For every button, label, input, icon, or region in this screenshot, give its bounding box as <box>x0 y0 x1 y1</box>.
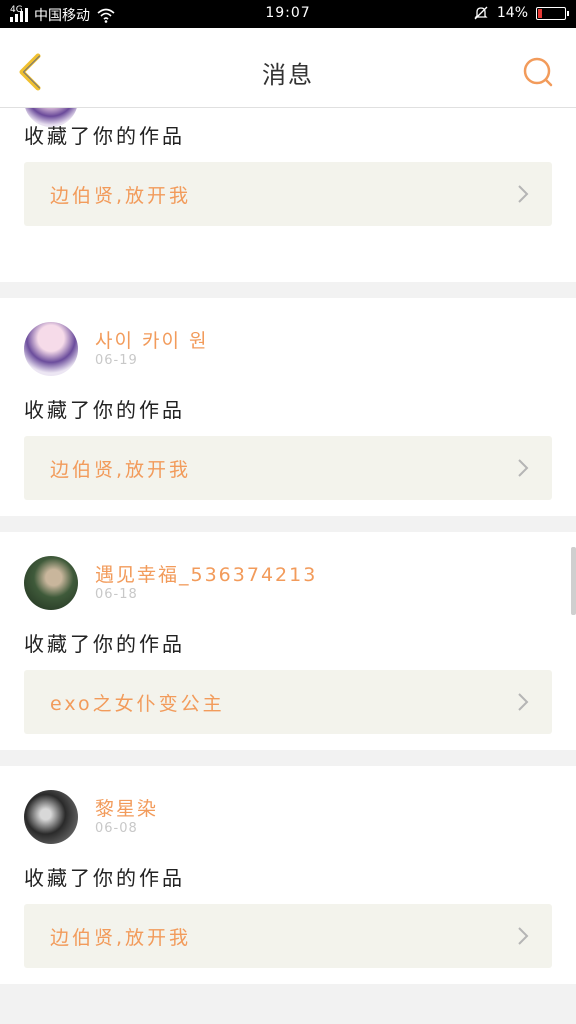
work-title: 边伯贤,放开我 <box>50 185 192 207</box>
message-card: 黎星染 06-08 收藏了你的作品 边伯贤,放开我 <box>0 766 576 984</box>
mute-bell-icon <box>474 6 488 20</box>
action-text: 收藏了你的作品 <box>24 124 185 148</box>
navigation-bar: 消息 <box>0 28 576 108</box>
message-card: 遇见幸福_536374213 06-18 收藏了你的作品 exo之女仆变公主 <box>0 532 576 750</box>
battery-percent: 14% <box>496 5 528 21</box>
avatar[interactable] <box>24 322 78 376</box>
work-link[interactable]: exo之女仆变公主 <box>24 670 552 734</box>
chevron-right-icon <box>518 927 529 945</box>
message-date: 06-18 <box>95 587 138 602</box>
work-link[interactable]: 边伯贤,放开我 <box>24 162 552 226</box>
scrollbar[interactable] <box>571 547 576 615</box>
battery-icon <box>536 6 569 20</box>
status-right: 14% <box>473 5 569 21</box>
action-text: 收藏了你的作品 <box>24 632 185 656</box>
user-name[interactable]: 遇见幸福_536374213 <box>95 560 317 587</box>
work-link[interactable]: 边伯贤,放开我 <box>24 436 552 500</box>
user-name[interactable]: 사이 카이 원 <box>95 326 208 353</box>
work-title: 边伯贤,放开我 <box>50 459 192 481</box>
chevron-right-icon <box>518 459 529 477</box>
work-link[interactable]: 边伯贤,放开我 <box>24 904 552 968</box>
chevron-right-icon <box>518 693 529 711</box>
avatar[interactable] <box>24 790 78 844</box>
work-title: exo之女仆变公主 <box>50 693 225 715</box>
page-title: 消息 <box>262 61 314 89</box>
action-text: 收藏了你的作品 <box>24 398 185 422</box>
search-icon[interactable] <box>522 56 554 88</box>
chevron-right-icon <box>518 185 529 203</box>
battery-level <box>538 8 542 18</box>
user-name[interactable]: 黎星染 <box>95 794 158 821</box>
work-title: 边伯贤,放开我 <box>50 927 192 949</box>
message-date: 06-08 <box>95 821 138 836</box>
message-date: 06-19 <box>95 353 138 368</box>
status-bar: 4G 中国移动 19:07 14% <box>0 0 576 28</box>
message-card: 사이 카이 원 06-19 收藏了你的作品 边伯贤,放开我 <box>0 298 576 516</box>
avatar[interactable] <box>24 556 78 610</box>
action-text: 收藏了你的作品 <box>24 866 185 890</box>
